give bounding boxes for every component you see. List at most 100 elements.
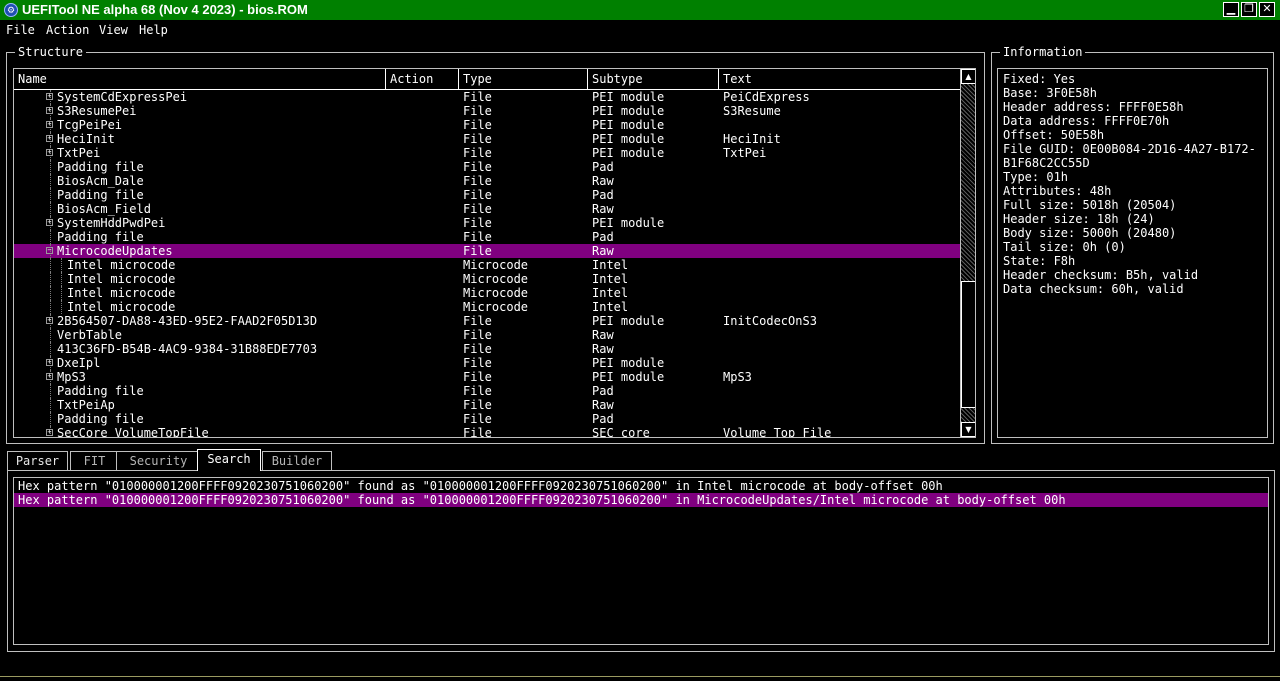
tree-row[interactable]: Padding file File Pad <box>14 384 960 398</box>
tree-row[interactable]: + TxtPei File PEI module TxtPei <box>14 146 960 160</box>
tree-cell-subtype: SEC core <box>592 426 650 438</box>
tree-cell-type: Microcode <box>463 258 529 272</box>
tree-guide-line <box>61 258 62 272</box>
column-header-subtype[interactable]: Subtype <box>588 69 719 89</box>
tree-row[interactable]: + SystemCdExpressPei File PEI module PeiCdEx… <box>14 90 960 104</box>
tree-row[interactable]: Padding file File Pad <box>14 160 960 174</box>
expand-icon[interactable]: + <box>46 149 53 156</box>
scroll-thumb[interactable] <box>961 281 975 408</box>
expand-icon[interactable]: + <box>46 107 53 114</box>
tree-guide-line <box>50 174 51 188</box>
expand-icon[interactable]: + <box>46 219 53 226</box>
tree-scrollbar[interactable]: ▲ ▼ <box>960 69 975 437</box>
minimize-icon[interactable]: ▁ <box>1223 2 1239 17</box>
menu-action[interactable]: Action <box>46 23 89 37</box>
tree-row[interactable]: VerbTable File Raw <box>14 328 960 342</box>
tree-guide-line <box>50 286 51 300</box>
tree-cell-subtype: PEI module <box>592 370 665 384</box>
tree-cell-name: Padding file <box>57 160 144 174</box>
expand-icon[interactable]: + <box>46 317 53 324</box>
expand-icon[interactable]: + <box>46 121 53 128</box>
tree-row[interactable]: + DxeIpl File PEI module <box>14 356 960 370</box>
tab-parser[interactable]: Parser <box>7 451 68 470</box>
tree-row[interactable]: Intel microcode Microcode Intel <box>14 300 960 314</box>
tree-cell-subtype: Intel <box>592 272 629 286</box>
tree-guide-line <box>50 202 51 216</box>
tree-cell-subtype: Raw <box>592 342 614 356</box>
search-results-list[interactable]: Hex pattern "010000001200FFFF09202307510… <box>13 477 1269 645</box>
tree-guide-line <box>50 412 51 426</box>
tree-row[interactable]: + SecCore_VolumeTopFile File SEC core Volume… <box>14 426 960 438</box>
collapse-icon[interactable]: − <box>46 247 53 254</box>
tree-guide-line <box>50 328 51 342</box>
tree-row[interactable]: BiosAcm_Dale File Raw <box>14 174 960 188</box>
structure-title: Structure <box>15 45 87 59</box>
tree-row[interactable]: Padding file File Pad <box>14 412 960 426</box>
tree-row[interactable]: Intel microcode Microcode Intel <box>14 258 960 272</box>
tree-cell-name: Intel microcode <box>67 300 176 314</box>
column-header-text[interactable]: Text <box>719 69 960 89</box>
tree-header: Name Action Type Subtype Text <box>14 69 960 90</box>
info-line: State: F8h <box>1003 254 1076 268</box>
search-result-selected[interactable]: Hex pattern "010000001200FFFF09202307510… <box>14 493 1268 507</box>
tab-security[interactable]: Security <box>116 451 201 470</box>
restore-icon[interactable]: ❐ <box>1241 2 1257 17</box>
tree-row[interactable]: TxtPeiAp File Raw <box>14 398 960 412</box>
tab-fit[interactable]: FIT <box>70 451 119 470</box>
column-header-action[interactable]: Action <box>386 69 459 89</box>
tree-cell-type: Microcode <box>463 300 529 314</box>
tree-row[interactable]: + MpS3 File PEI module MpS3 <box>14 370 960 384</box>
expand-icon[interactable]: + <box>46 135 53 142</box>
tree-cell-type: File <box>463 188 492 202</box>
tree-cell-name: DxeIpl <box>57 356 101 370</box>
tree-cell-subtype: Intel <box>592 286 629 300</box>
tree-row[interactable]: + SystemHddPwdPei File PEI module <box>14 216 960 230</box>
tree-cell-name: TcgPeiPei <box>57 118 123 132</box>
tree-cell-type: File <box>463 202 492 216</box>
search-result[interactable]: Hex pattern "010000001200FFFF09202307510… <box>14 479 1268 493</box>
scroll-down-icon[interactable]: ▼ <box>961 422 975 437</box>
tree-cell-type: File <box>463 216 492 230</box>
tab-builder[interactable]: Builder <box>262 451 332 470</box>
tree-row[interactable]: + S3ResumePei File PEI module S3Resume <box>14 104 960 118</box>
menu-view[interactable]: View <box>99 23 128 37</box>
information-panel[interactable]: Fixed: Yes Base: 3F0E58h Header address: F… <box>997 68 1268 438</box>
tree-row-selected[interactable]: − MicrocodeUpdates File Raw <box>14 244 960 258</box>
tab-search[interactable]: Search <box>197 449 261 471</box>
tree-cell-text: InitCodecOnS3 <box>723 314 817 328</box>
expand-icon[interactable]: + <box>46 93 53 100</box>
tree-cell-name: TxtPei <box>57 146 101 160</box>
menu-help[interactable]: Help <box>139 23 168 37</box>
tree-row[interactable]: +2B564507-DA88-43ED-95E2-FAAD2F05D13D Fil… <box>14 314 960 328</box>
app-icon[interactable]: ⚙ <box>4 3 18 17</box>
tree-cell-type: File <box>463 398 492 412</box>
scroll-up-icon[interactable]: ▲ <box>961 69 975 84</box>
tree-cell-name: SystemCdExpressPei <box>57 90 188 104</box>
expand-icon[interactable]: + <box>46 373 53 380</box>
tree-row[interactable]: BiosAcm_Field File Raw <box>14 202 960 216</box>
expand-icon[interactable]: + <box>46 359 53 366</box>
tree-cell-subtype: Pad <box>592 230 614 244</box>
tree-cell-text: S3Resume <box>723 104 781 118</box>
tree-row[interactable]: + HeciInit File PEI module HeciInit <box>14 132 960 146</box>
structure-tree[interactable]: Name Action Type Subtype Text + SystemCdE… <box>13 68 976 438</box>
tree-cell-type: File <box>463 132 492 146</box>
tree-row[interactable]: Padding file File Pad <box>14 230 960 244</box>
column-header-type[interactable]: Type <box>459 69 588 89</box>
tree-row[interactable]: Padding file File Pad <box>14 188 960 202</box>
menu-file[interactable]: File <box>6 23 35 37</box>
tree-cell-type: File <box>463 412 492 426</box>
tree-cell-type: File <box>463 230 492 244</box>
tree-cell-subtype: PEI module <box>592 146 665 160</box>
expand-icon[interactable]: + <box>46 429 53 436</box>
tree-guide-line <box>50 398 51 412</box>
column-header-name[interactable]: Name <box>14 69 386 89</box>
tree-row[interactable]: Intel microcode Microcode Intel <box>14 272 960 286</box>
tree-row[interactable]: 413C36FD-B54B-4AC9-9384-31B88EDE7703 File… <box>14 342 960 356</box>
close-icon[interactable]: ✕ <box>1259 2 1275 17</box>
tree-cell-type: File <box>463 160 492 174</box>
tree-row[interactable]: Intel microcode Microcode Intel <box>14 286 960 300</box>
tree-cell-type: Microcode <box>463 286 529 300</box>
tree-row[interactable]: + TcgPeiPei File PEI module <box>14 118 960 132</box>
tree-cell-name: SystemHddPwdPei <box>57 216 166 230</box>
